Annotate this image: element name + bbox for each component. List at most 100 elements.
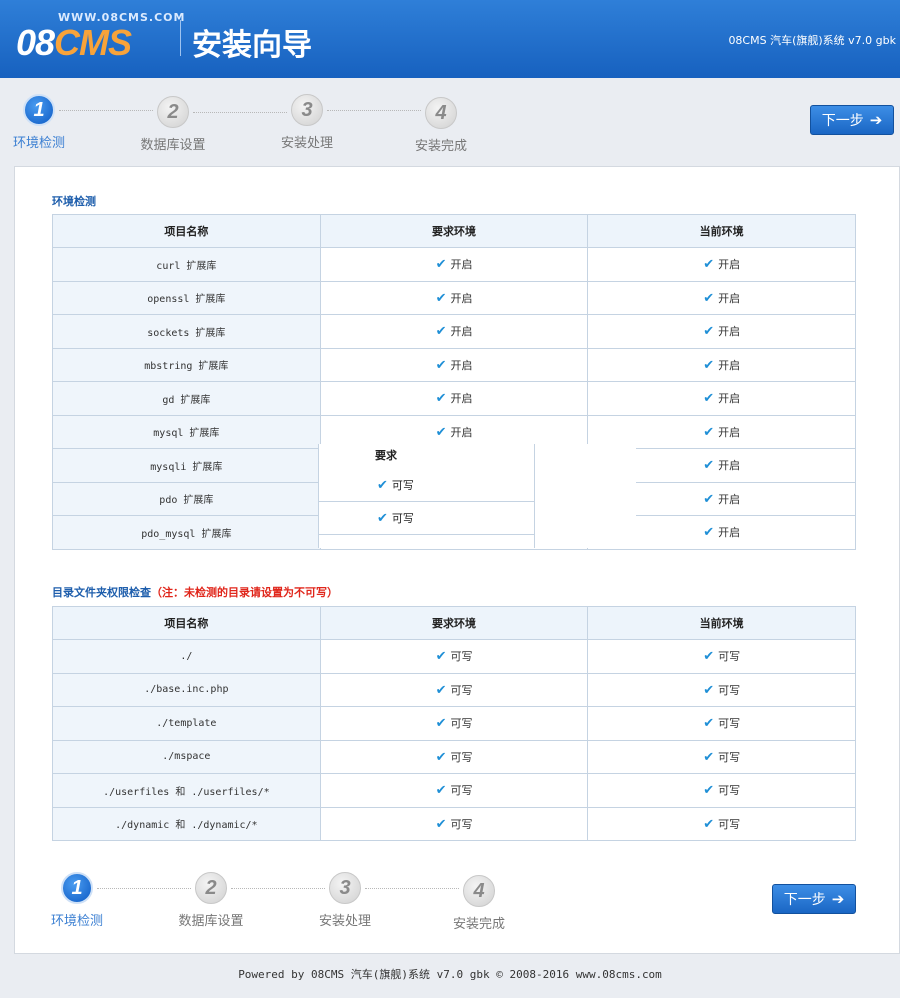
step-complete: 4 安装完成 bbox=[374, 97, 508, 154]
required-value-cell: ✔开启 bbox=[319, 280, 589, 315]
check-icon: ✔ bbox=[703, 391, 715, 407]
required-value: 开启 bbox=[450, 358, 473, 372]
arrow-right-icon: ➔ bbox=[869, 111, 883, 129]
column-header: 当前环境 bbox=[587, 214, 856, 248]
required-value-cell: ✔开启 bbox=[319, 347, 589, 382]
check-icon: ✔ bbox=[435, 649, 447, 665]
check-icon: ✔ bbox=[703, 749, 715, 765]
step-number: 4 bbox=[463, 875, 495, 907]
page-title: 安装向导 bbox=[192, 28, 312, 63]
table-row: ./✔ 可写 ✔ 可写 bbox=[52, 639, 856, 674]
step-database: 2 数据库设置 bbox=[144, 872, 325, 932]
step-label: 数据库设置 bbox=[140, 138, 206, 153]
table-row: mbstring 扩展库 ✔ 开启 ✔ 开启 bbox=[52, 347, 856, 382]
overlay-row: ✔ 可写 bbox=[319, 469, 534, 502]
item-name: ./mspace bbox=[52, 739, 321, 774]
check-icon: ✔ bbox=[435, 324, 447, 340]
table-row: ./userfiles 和 ./userfiles/* ✔ 可写 ✔ 可写 bbox=[52, 773, 856, 808]
step-label: 安装处理 bbox=[318, 914, 371, 929]
check-icon: ✔ bbox=[703, 357, 715, 373]
step-number: 1 bbox=[61, 872, 93, 904]
required-value-cell: ✔开启 bbox=[319, 381, 589, 416]
item-name: ./dynamic 和 ./dynamic/* bbox=[52, 806, 321, 841]
required-value: 可写 bbox=[450, 817, 473, 831]
step-label: 安装完成 bbox=[414, 139, 467, 154]
next-button-bottom[interactable]: 下一步 ➔ bbox=[772, 884, 856, 914]
dir-check-note: （注：未检测的目录请设置为不可写） bbox=[151, 586, 338, 599]
overlay-divider bbox=[534, 444, 535, 548]
item-name: openssl 扩展库 bbox=[52, 280, 321, 315]
overlay-header: 要求 bbox=[375, 449, 397, 462]
required-value: 可写 bbox=[450, 650, 473, 664]
check-icon: ✔ bbox=[703, 324, 715, 340]
current-value: 开启 bbox=[718, 526, 741, 540]
check-icon: ✔ bbox=[703, 783, 715, 799]
current-value: 可写 bbox=[718, 683, 741, 697]
check-icon: ✔ bbox=[435, 783, 447, 799]
step-label: 安装完成 bbox=[452, 917, 505, 932]
version-text: 08CMS 汽车(旗舰)系统 v7.0 gbk bbox=[728, 34, 896, 47]
check-icon: ✔ bbox=[377, 478, 388, 493]
step-label: 安装处理 bbox=[280, 136, 333, 151]
dir-check-table: 项目名称 要求环境 当前环境 ./✔ 可写 ✔ 可写 ./base.inc.php ✔ 可写… bbox=[52, 606, 856, 841]
step-env-check: 1 环境检测 bbox=[10, 872, 191, 932]
current-value: 开启 bbox=[718, 459, 741, 473]
current-value: 开启 bbox=[718, 492, 741, 506]
step-number: 4 bbox=[425, 97, 457, 129]
step-label: 环境检测 bbox=[50, 914, 103, 929]
step-number: 3 bbox=[329, 872, 361, 904]
current-value: 开启 bbox=[718, 392, 741, 406]
item-name: mysql 扩展库 bbox=[52, 414, 321, 449]
required-value-cell: ✔ 可写 bbox=[319, 672, 589, 707]
required-value: 可写 bbox=[450, 683, 473, 697]
table-row: gd 扩展库 ✔ 开启 ✔ 开启 bbox=[52, 381, 856, 416]
item-name: mysqli 扩展库 bbox=[52, 448, 321, 483]
step-install: 3 安装处理 bbox=[278, 872, 459, 932]
current-value: 开启 bbox=[718, 291, 741, 305]
check-icon: ✔ bbox=[703, 290, 715, 306]
current-value-cell: ✔ 可写 bbox=[587, 672, 856, 707]
step-number: 2 bbox=[157, 96, 189, 128]
table-row: curl 扩展库 ✔ 开启 ✔ 开启 bbox=[52, 247, 856, 282]
current-value-cell: ✔ 可写 bbox=[587, 639, 856, 674]
required-value: 开启 bbox=[450, 291, 473, 305]
current-value: 开启 bbox=[718, 258, 741, 272]
current-value: 可写 bbox=[718, 717, 741, 731]
step-indicator-bottom: 1 环境检测 2 数据库设置 3 安装处理 4 安装完成 bbox=[10, 872, 546, 932]
check-icon: ✔ bbox=[703, 491, 715, 507]
table-row: ./template ✔ 可写 ✔ 可写 bbox=[52, 706, 856, 741]
next-label: 下一步 bbox=[783, 892, 826, 908]
current-value-cell: ✔ 开启 bbox=[587, 314, 856, 349]
column-header: 要求环境 bbox=[319, 606, 589, 640]
check-icon: ✔ bbox=[435, 816, 447, 832]
check-icon: ✔ bbox=[703, 458, 715, 474]
required-value-cell: ✔ 可写 bbox=[319, 739, 589, 774]
overlay-row: ✔ 可写 bbox=[319, 502, 534, 535]
check-icon: ✔ bbox=[703, 682, 715, 698]
current-value-cell: ✔ 开启 bbox=[587, 381, 856, 416]
table-row: ./mspace ✔ 可写 ✔ 可写 bbox=[52, 739, 856, 774]
item-name: pdo_mysql 扩展库 bbox=[52, 515, 321, 550]
check-icon: ✔ bbox=[703, 257, 715, 273]
item-name: pdo 扩展库 bbox=[52, 481, 321, 516]
check-icon: ✔ bbox=[703, 649, 715, 665]
required-value: 开启 bbox=[450, 325, 473, 339]
current-value: 开启 bbox=[718, 358, 741, 372]
required-value-cell: ✔ 可写 bbox=[319, 706, 589, 741]
check-icon: ✔ bbox=[377, 511, 388, 526]
step-number: 3 bbox=[291, 94, 323, 126]
check-icon: ✔ bbox=[435, 682, 447, 698]
column-header: 项目名称 bbox=[52, 214, 321, 248]
step-complete: 4 安装完成 bbox=[412, 875, 546, 932]
column-header: 要求环境 bbox=[319, 214, 589, 248]
env-check-title: 环境检测 bbox=[52, 195, 96, 208]
current-value: 可写 bbox=[718, 650, 741, 664]
current-value-cell: ✔ 开启 bbox=[587, 247, 856, 282]
item-name: ./template bbox=[52, 706, 321, 741]
table-row: ./dynamic 和 ./dynamic/* ✔ 可写 ✔ 可写 bbox=[52, 806, 856, 841]
next-button-top[interactable]: 下一步 ➔ bbox=[810, 105, 894, 135]
required-value: 开启 bbox=[450, 392, 473, 406]
table-header-row: 项目名称 要求环境 当前环境 bbox=[52, 606, 856, 640]
required-value-cell: ✔开启 bbox=[319, 314, 589, 349]
required-value-cell: ✔开启 bbox=[319, 247, 589, 282]
